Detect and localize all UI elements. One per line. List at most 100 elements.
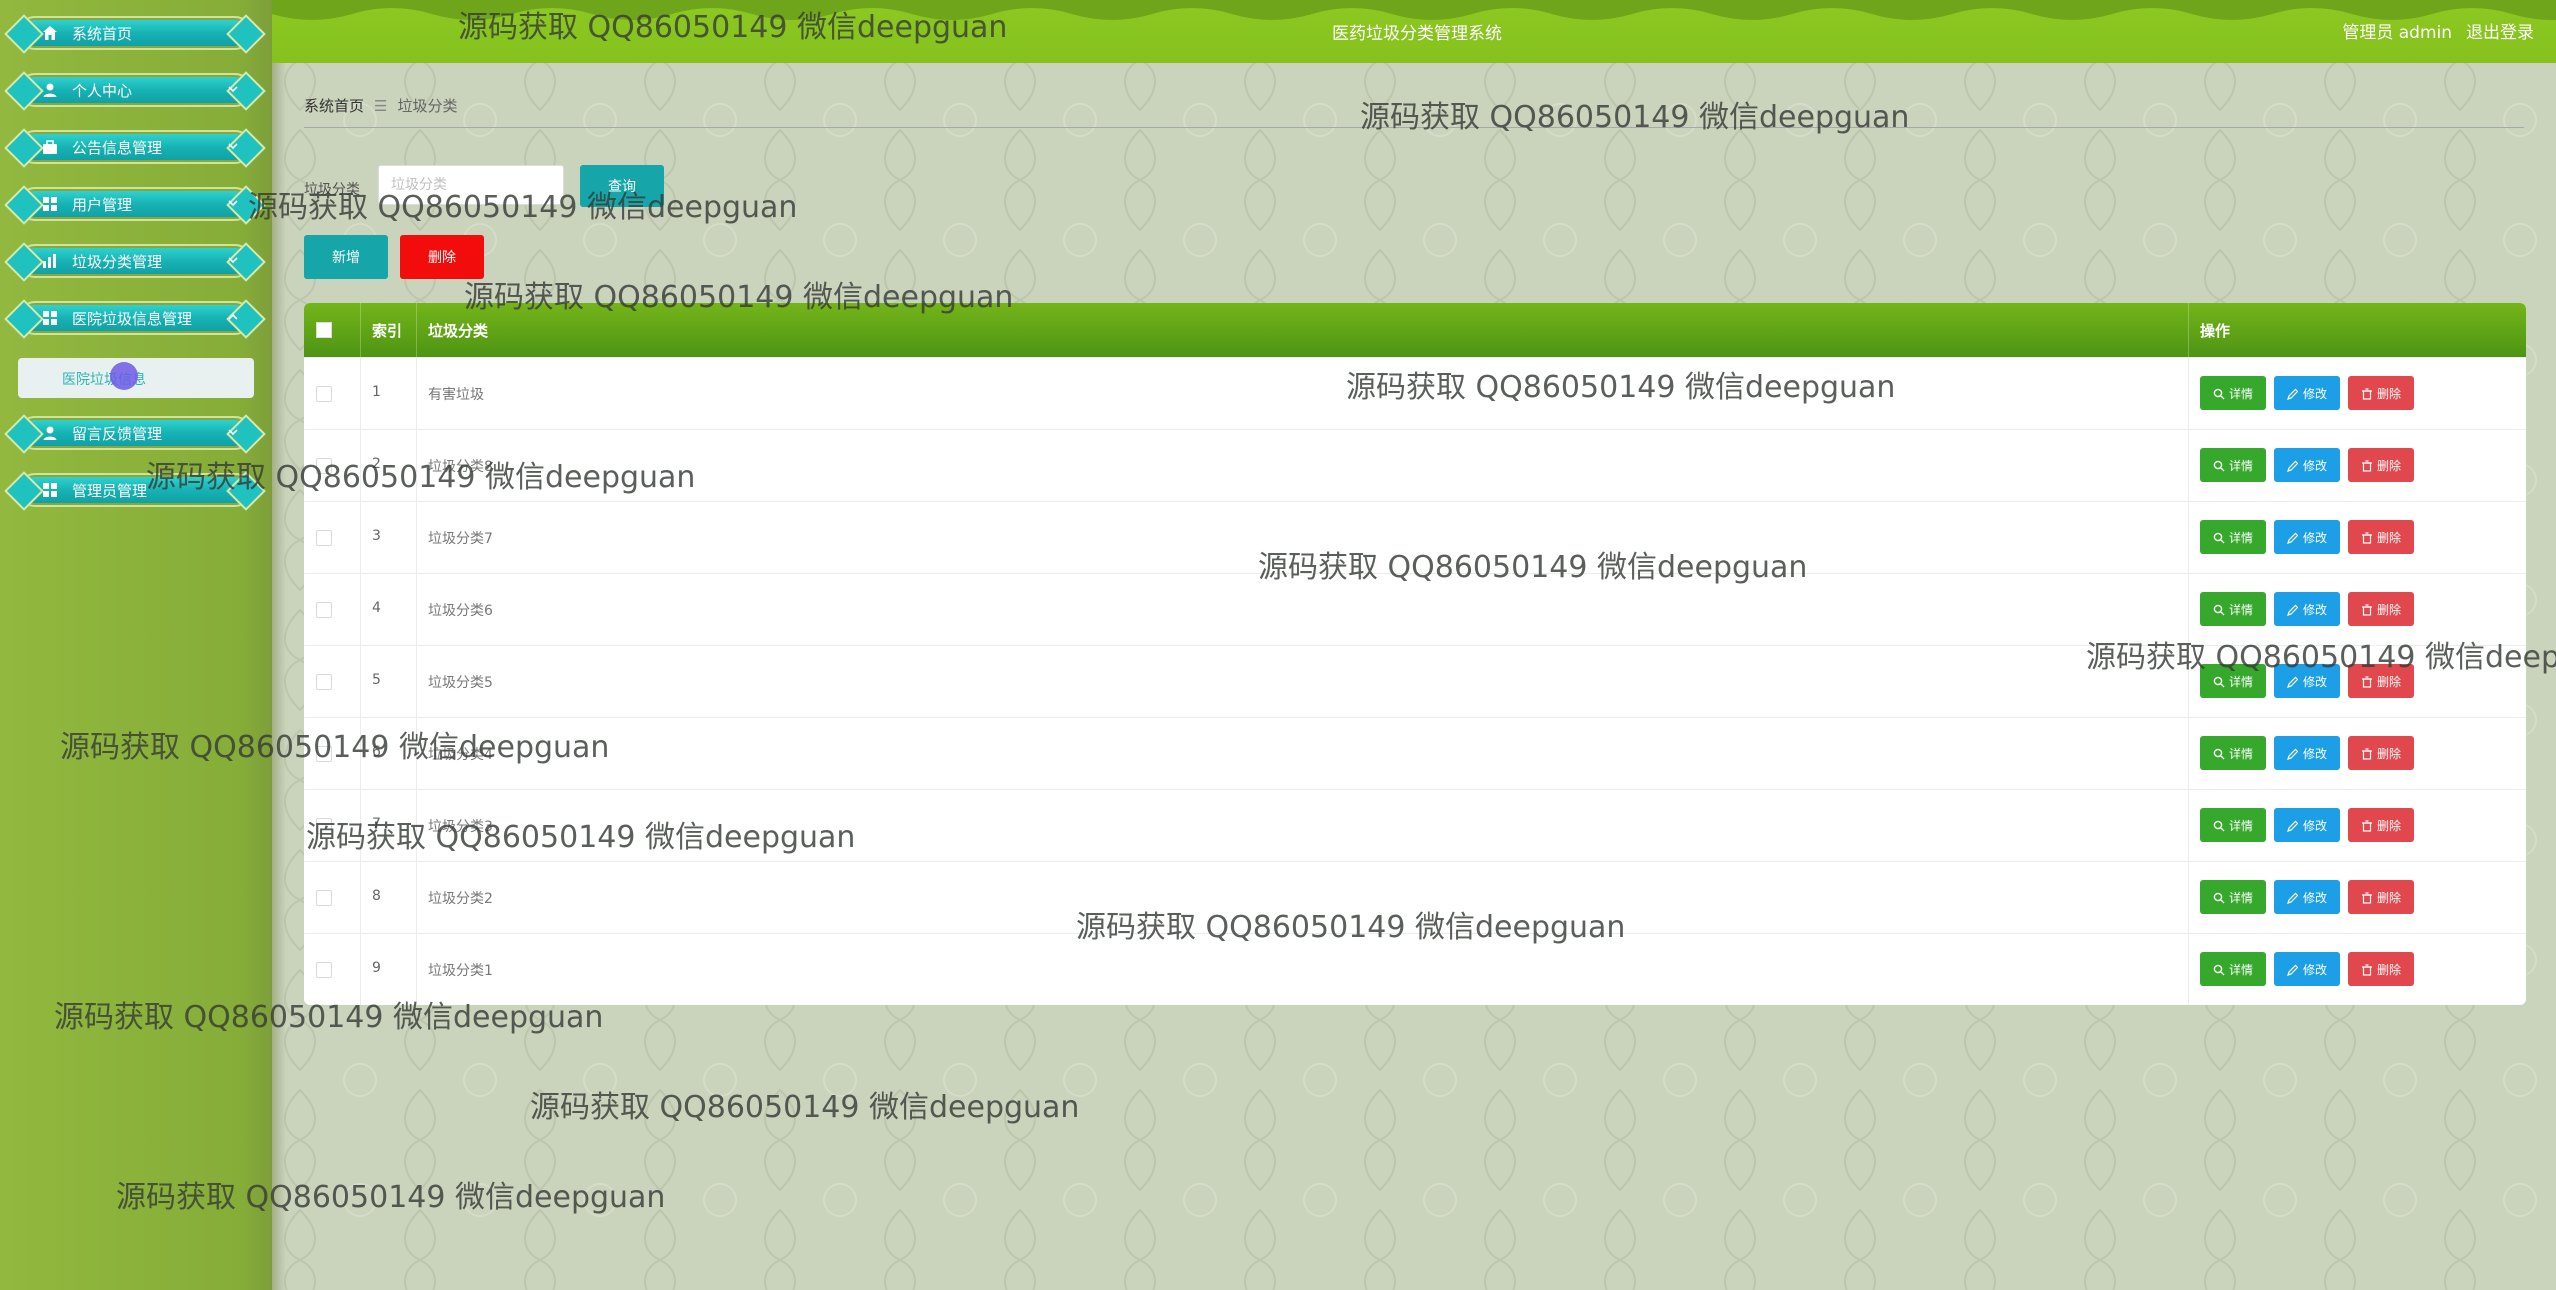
chevron-up-icon (228, 313, 238, 320)
delete-row-button[interactable]: 删除 (2348, 448, 2414, 482)
search-icon (2213, 387, 2229, 401)
detail-button[interactable]: 详情 (2200, 736, 2266, 770)
delete-label: 删除 (2376, 746, 2401, 761)
delete-row-button[interactable]: 删除 (2348, 520, 2414, 554)
pencil-icon (2287, 603, 2303, 617)
column-header-category: 垃圾分类 (428, 322, 489, 340)
sidebar-item-announcements[interactable]: 公告信息管理 (4, 124, 266, 170)
delete-row-button[interactable]: 删除 (2348, 736, 2414, 770)
watermark-text: 源码获取 QQ86050149 微信deepguan (1076, 910, 1626, 945)
pencil-icon (2287, 963, 2303, 977)
sidebar-item-waste-category[interactable]: 垃圾分类管理 (4, 238, 266, 284)
row-index: 4 (372, 600, 381, 616)
detail-button[interactable]: 详情 (2200, 808, 2266, 842)
watermark-text: 源码获取 QQ86050149 微信deepguan (116, 1180, 666, 1215)
delete-row-button[interactable]: 删除 (2348, 808, 2414, 842)
column-header-index: 索引 (372, 322, 403, 340)
chevron-down-icon (228, 257, 238, 264)
logout-link[interactable]: 退出登录 (2466, 23, 2534, 43)
sidebar-item-users[interactable]: 用户管理 (4, 181, 266, 227)
row-category: 垃圾分类6 (428, 603, 493, 619)
sidebar-item-personal-center[interactable]: 个人中心 (4, 67, 266, 113)
edit-button[interactable]: 修改 (2274, 880, 2340, 914)
detail-button[interactable]: 详情 (2200, 520, 2266, 554)
pencil-icon (2287, 891, 2303, 905)
row-checkbox[interactable] (316, 962, 332, 978)
row-checkbox[interactable] (316, 386, 332, 402)
delete-label: 删除 (2376, 818, 2401, 833)
detail-label: 详情 (2228, 674, 2253, 689)
user-icon (43, 426, 57, 440)
row-category: 垃圾分类7 (428, 531, 493, 547)
delete-label: 删除 (2376, 602, 2401, 617)
row-index: 1 (372, 384, 381, 400)
row-checkbox[interactable] (316, 602, 332, 618)
edit-label: 修改 (2302, 962, 2327, 977)
row-checkbox[interactable] (316, 530, 332, 546)
trash-icon (2361, 963, 2377, 977)
delete-row-button[interactable]: 删除 (2348, 880, 2414, 914)
detail-label: 详情 (2228, 746, 2253, 761)
user-role: 管理员 admin (2342, 23, 2452, 43)
home-icon (43, 26, 57, 40)
pencil-icon (2287, 531, 2303, 545)
sidebar-item-hospital-waste[interactable]: 医院垃圾信息管理 (4, 295, 266, 341)
sidebar-item-home[interactable]: 系统首页 (4, 10, 266, 56)
chevron-down-icon (228, 200, 238, 207)
trash-icon (2361, 819, 2377, 833)
delete-label: 删除 (2376, 890, 2401, 905)
briefcase-icon (43, 140, 57, 154)
edit-button[interactable]: 修改 (2274, 736, 2340, 770)
delete-label: 删除 (2376, 458, 2401, 473)
detail-label: 详情 (2228, 530, 2253, 545)
row-checkbox[interactable] (316, 674, 332, 690)
edit-button[interactable]: 修改 (2274, 520, 2340, 554)
trash-icon (2361, 675, 2377, 689)
edit-label: 修改 (2302, 458, 2327, 473)
search-icon (2213, 747, 2229, 761)
detail-button[interactable]: 详情 (2200, 880, 2266, 914)
edit-button[interactable]: 修改 (2274, 952, 2340, 986)
delete-row-button[interactable]: 删除 (2348, 592, 2414, 626)
row-category: 垃圾分类5 (428, 675, 493, 691)
trash-icon (2361, 459, 2377, 473)
pencil-icon (2287, 459, 2303, 473)
detail-button[interactable]: 详情 (2200, 448, 2266, 482)
edit-button[interactable]: 修改 (2274, 376, 2340, 410)
pencil-icon (2287, 747, 2303, 761)
watermark-text: 源码获取 QQ86050149 微信deepguan (1360, 100, 1910, 135)
select-all-checkbox[interactable] (316, 322, 332, 338)
watermark-text: 源码获取 QQ86050149 微信deepguan (1258, 550, 1808, 585)
trash-icon (2361, 747, 2377, 761)
watermark-text: 源码获取 QQ86050149 微信deepguan (530, 1090, 1080, 1125)
detail-label: 详情 (2228, 458, 2253, 473)
row-checkbox[interactable] (316, 890, 332, 906)
search-icon (2213, 675, 2229, 689)
detail-button[interactable]: 详情 (2200, 592, 2266, 626)
watermark-text: 源码获取 QQ86050149 微信deepguan (2086, 640, 2556, 675)
chart-icon (43, 254, 56, 268)
sidebar-item-label: 公告信息管理 (72, 139, 163, 157)
sidebar: 系统首页 个人中心 公告信息管理 用户管理 垃圾分类管理 医院垃圾信息管理 医院… (0, 0, 286, 1290)
edit-button[interactable]: 修改 (2274, 808, 2340, 842)
delete-row-button[interactable]: 删除 (2348, 952, 2414, 986)
search-icon (2213, 459, 2229, 473)
search-icon (2213, 963, 2229, 977)
sidebar-item-feedback[interactable]: 留言反馈管理 (4, 410, 266, 456)
row-index: 5 (372, 672, 381, 688)
edit-label: 修改 (2302, 890, 2327, 905)
sidebar-item-label: 留言反馈管理 (72, 425, 163, 443)
add-button[interactable]: 新增 (304, 235, 388, 279)
watermark-text: 源码获取 QQ86050149 微信deepguan (464, 280, 1014, 315)
delete-row-button[interactable]: 删除 (2348, 376, 2414, 410)
detail-button[interactable]: 详情 (2200, 952, 2266, 986)
grid-icon (43, 311, 57, 325)
edit-button[interactable]: 修改 (2274, 448, 2340, 482)
detail-button[interactable]: 详情 (2200, 376, 2266, 410)
search-icon (2213, 819, 2229, 833)
edit-button[interactable]: 修改 (2274, 592, 2340, 626)
breadcrumb-home[interactable]: 系统首页 (304, 97, 364, 115)
sidebar-item-label: 个人中心 (72, 82, 133, 100)
row-category: 有害垃圾 (428, 387, 484, 403)
trash-icon (2361, 531, 2377, 545)
